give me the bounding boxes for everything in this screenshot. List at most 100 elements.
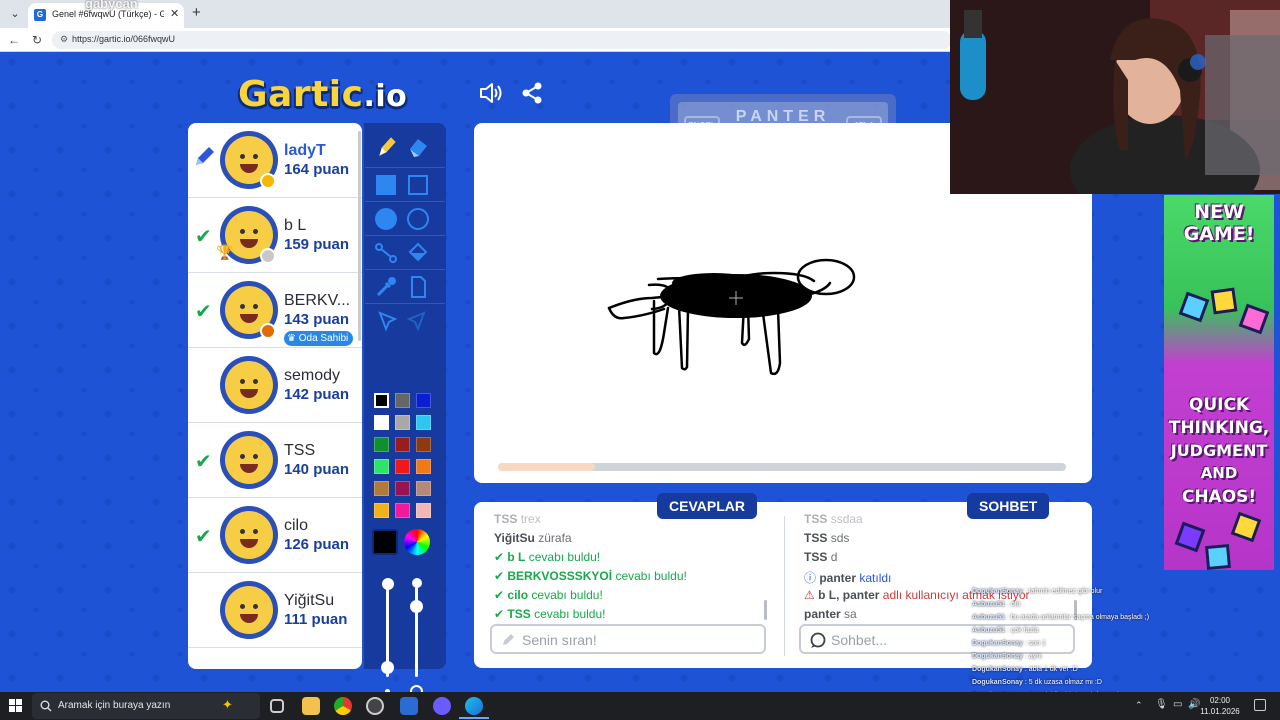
discord-icon[interactable] (433, 697, 451, 715)
ad-card-icon (1178, 291, 1210, 323)
chat-message: panter sa (804, 607, 857, 621)
stream-chat-line: DogukanSonay : aynı (972, 653, 1042, 660)
drawing-pencil-icon (196, 147, 214, 165)
player-row[interactable]: ✔ BERKV... 143 puan ♛ Oda Sahibi (188, 273, 362, 348)
color-swatch[interactable] (374, 481, 389, 496)
message-user: b L (507, 550, 526, 564)
player-row[interactable]: ✔ 🏆 b L 159 puan (188, 198, 362, 273)
stream-chat-user: DogukanSonay (972, 588, 1023, 595)
color-swatch[interactable] (395, 415, 410, 430)
color-swatch[interactable] (416, 437, 431, 452)
color-swatch[interactable] (416, 481, 431, 496)
color-swatch[interactable] (374, 415, 389, 430)
site-info-icon[interactable]: ⚙ (60, 34, 68, 45)
task-view-icon[interactable] (270, 699, 284, 713)
answer-input[interactable] (522, 631, 742, 649)
message-user: TSS (804, 531, 828, 545)
color-swatch[interactable] (416, 415, 431, 430)
trophy-icon: 🏆 (216, 244, 234, 260)
player-row[interactable]: ✔ cilo 126 puan (188, 498, 362, 573)
stream-chat-line: DogukanSonay : tahmin edilmez gibi olur (972, 588, 1102, 595)
filled-circle-tool-icon[interactable] (375, 208, 397, 230)
tab-list-chevron-icon[interactable]: ⌄ (6, 5, 24, 23)
color-swatch[interactable] (395, 481, 410, 496)
brush-size-knob[interactable] (381, 661, 394, 674)
player-score: 140 puan (284, 461, 350, 478)
tray-chevron-icon[interactable]: ⌃ (1135, 700, 1143, 711)
mic-icon[interactable]: 🎙 (1155, 699, 1168, 710)
answer-input-box[interactable] (490, 624, 766, 654)
edge-icon[interactable] (465, 697, 483, 715)
color-swatch[interactable] (395, 459, 410, 474)
notifications-icon[interactable] (1254, 699, 1266, 711)
stream-chat-user: Asbuzu51 (972, 614, 1006, 621)
warning-icon: ⚠ (804, 588, 819, 602)
gartic-favicon-icon: G (34, 9, 46, 21)
obs-icon[interactable] (366, 697, 384, 715)
player-row[interactable]: ✔ TSS 140 puan (188, 423, 362, 498)
color-swatch[interactable] (374, 459, 389, 474)
eyedropper-icon[interactable] (372, 273, 400, 301)
stream-chat-text: : abla 1 dk ver :D (1024, 666, 1078, 673)
filled-rect-tool-icon[interactable] (376, 175, 396, 195)
windows-start-icon[interactable] (9, 699, 23, 713)
player-score: 142 puan (284, 386, 350, 403)
url-field[interactable]: ⚙ https://gartic.io/066fwqwU (52, 31, 952, 49)
fill-bucket-icon[interactable] (404, 239, 432, 267)
color-swatch[interactable] (374, 393, 389, 408)
chrome-icon[interactable] (334, 697, 352, 715)
taskbar-clock[interactable]: 02:00 11.01.2026 (1200, 695, 1240, 717)
player-row[interactable]: YiğitSu 111 puan (188, 573, 362, 648)
opacity-knob[interactable] (410, 600, 423, 613)
player-status-dot (260, 323, 276, 339)
stream-chat-text: : aynı (1024, 653, 1043, 660)
sound-icon[interactable] (478, 81, 504, 105)
chat-message: ✔ b L cevabı buldu! (494, 550, 600, 564)
app-icon[interactable] (400, 697, 418, 715)
file-explorer-icon[interactable] (302, 697, 320, 715)
taskbar-search[interactable]: Aramak için buraya yazın ✦ (32, 693, 260, 719)
color-wheel-icon[interactable] (404, 529, 430, 555)
gartic-logo[interactable]: Gartic.io (238, 74, 407, 115)
color-swatch[interactable] (374, 437, 389, 452)
tab-close-icon[interactable]: ✕ (170, 7, 179, 20)
back-icon[interactable]: ← (6, 32, 22, 48)
message-user: TSS (507, 607, 531, 621)
eraser-tool-icon[interactable] (404, 133, 432, 161)
webcam-overlay (950, 0, 1280, 194)
stream-chat-user: DogukanSonay (972, 653, 1023, 660)
share-icon[interactable] (520, 81, 544, 105)
message-text: cevabı buldu! (534, 607, 606, 621)
new-tab-icon[interactable]: + (192, 4, 201, 21)
chat-message: TSS d (804, 550, 837, 564)
chat-tab[interactable]: SOHBET (967, 493, 1050, 519)
circle-tool-icon[interactable] (407, 208, 429, 230)
network-icon[interactable]: ▭ (1173, 699, 1182, 710)
undo-icon[interactable] (372, 307, 400, 335)
stream-chat-line: Asbuzu51 : ölü (972, 601, 1020, 608)
color-swatch[interactable] (416, 503, 431, 518)
answers-tab[interactable]: CEVAPLAR (657, 493, 757, 519)
current-color[interactable] (372, 529, 398, 555)
color-swatch[interactable] (395, 503, 410, 518)
volume-icon[interactable]: 🔊 (1188, 699, 1200, 710)
ad-headline: NEW GAME! (1183, 201, 1255, 245)
answers-scrollbar[interactable] (764, 600, 767, 620)
color-swatch[interactable] (395, 437, 410, 452)
color-swatch[interactable] (416, 393, 431, 408)
color-swatch[interactable] (374, 503, 389, 518)
line-tool-icon[interactable] (372, 239, 400, 267)
redo-icon[interactable] (404, 307, 432, 335)
color-swatch[interactable] (416, 459, 431, 474)
pencil-tool-icon[interactable] (372, 133, 400, 161)
guessed-check-icon: ✔ (195, 526, 212, 548)
player-list-scrollbar[interactable] (358, 131, 361, 341)
player-row[interactable]: semody 142 puan (188, 348, 362, 423)
player-row[interactable]: ladyT 164 puan (188, 123, 362, 198)
advertisement[interactable]: NEW GAME! QUICK THINKING, JUDGMENT AND CHAOS… (1164, 195, 1274, 570)
color-swatch[interactable] (395, 393, 410, 408)
ad-line: AND (1200, 464, 1238, 482)
rect-tool-icon[interactable] (408, 175, 428, 195)
new-page-icon[interactable] (404, 273, 432, 301)
reload-icon[interactable]: ↻ (29, 32, 45, 48)
